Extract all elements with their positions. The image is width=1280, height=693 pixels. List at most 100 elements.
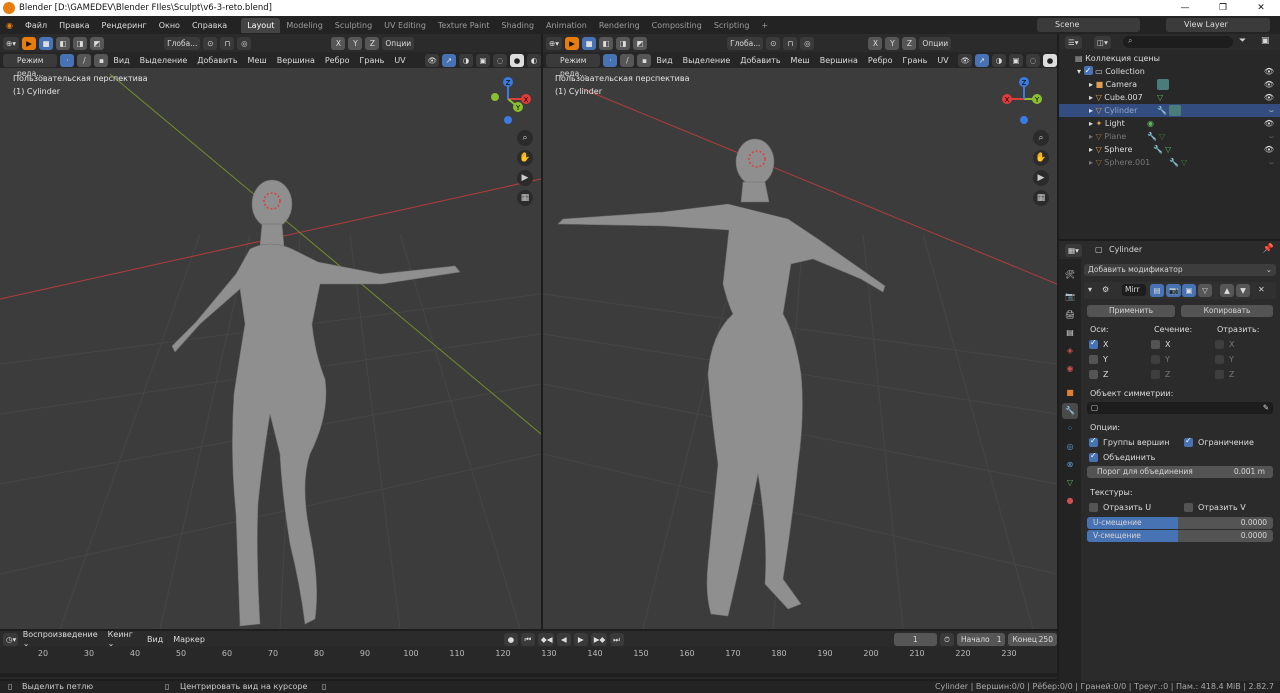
outliner-item-cylinder[interactable]: ▸ ▽ Cylinder 🔧 ⌣ <box>1059 104 1280 117</box>
menu-face-right[interactable]: Грань <box>898 56 933 65</box>
modifier-wrench-icon[interactable]: 🔧 <box>1147 130 1157 143</box>
record-icon[interactable]: ● <box>503 632 518 646</box>
merge-checkbox[interactable] <box>1089 451 1098 462</box>
modifier-wrench-icon[interactable]: 🔧 <box>1157 104 1167 117</box>
render-tab-icon[interactable]: 📷 <box>1062 289 1078 305</box>
viewport-left[interactable]: ⊕▾ ▶ ■ ◧ ◨ ◩ Глоба... ⊙ ⊓ ◎ X Y Z Опции … <box>0 34 541 629</box>
mesh-data-icon[interactable]: ▽ <box>1181 156 1187 169</box>
mode-dropdown[interactable]: Режим реда... <box>3 53 58 78</box>
next-keyframe-icon[interactable]: ▶◆ <box>590 632 607 646</box>
outliner-collection[interactable]: ▾ ▭ Collection 👁 <box>1059 64 1280 78</box>
select-mode-subtract-icon[interactable]: ◨ <box>73 36 88 50</box>
menu-file[interactable]: Файл <box>19 21 53 30</box>
shading-wireframe-icon[interactable]: ◌ <box>493 53 507 67</box>
pivot-icon[interactable]: ⊙ <box>203 36 218 50</box>
flip-y-checkbox[interactable] <box>1215 355 1224 364</box>
outliner-item-light[interactable]: ▸ ✦ Light ◉ 👁 <box>1059 117 1280 130</box>
editor-type-icon-right[interactable]: ⊕▾ <box>546 36 563 50</box>
tab-animation[interactable]: Animation <box>540 18 593 33</box>
menu-face[interactable]: Грань <box>355 56 390 65</box>
timeline-scrubber[interactable]: 20 30 40 50 60 70 80 90 100 110 120 130 140 150 160 170… <box>0 647 1057 679</box>
edge-select-icon[interactable]: / <box>77 53 92 67</box>
copy-button[interactable]: Копировать <box>1181 305 1273 317</box>
tab-rendering[interactable]: Rendering <box>593 18 646 33</box>
play-icon[interactable]: ▶ <box>573 632 588 646</box>
end-frame-field[interactable]: Конец 250 <box>1008 632 1057 646</box>
modifier-tab-icon[interactable]: 🔧 <box>1062 403 1078 419</box>
tab-layout[interactable]: Layout <box>241 17 281 33</box>
prev-keyframe-icon[interactable]: ◆◀ <box>537 632 554 646</box>
marker-menu[interactable]: Маркер <box>168 635 210 644</box>
select-mode-subtract-icon-right[interactable]: ◨ <box>616 36 631 50</box>
options-dropdown-right[interactable]: Опции <box>919 36 952 50</box>
keying-menu[interactable]: Кеинг ⌄ <box>103 630 142 648</box>
visibility-eye-icon[interactable]: 👁 <box>1264 143 1274 156</box>
timeline-scrollbar[interactable] <box>0 673 1057 677</box>
play-reverse-icon[interactable]: ◀ <box>556 632 571 646</box>
menu-vertex[interactable]: Вершина <box>272 56 320 65</box>
vertex-select-icon[interactable]: · <box>60 53 75 67</box>
shading-solid-icon[interactable]: ● <box>510 53 524 67</box>
maximize-icon[interactable]: ❐ <box>1204 0 1242 16</box>
tab-uv-editing[interactable]: UV Editing <box>378 18 432 33</box>
on-cage-toggle-icon[interactable]: ▽ <box>1198 284 1212 297</box>
perspective-toggle-icon[interactable]: ▦ <box>517 190 533 206</box>
face-select-icon[interactable]: ▪ <box>94 53 109 67</box>
modifier-wrench-icon[interactable]: 🔧 <box>1169 156 1179 169</box>
overlays-icon[interactable]: ◑ <box>459 53 473 67</box>
xray-icon[interactable]: ▣ <box>476 53 490 67</box>
tab-sculpting[interactable]: Sculpting <box>329 18 378 33</box>
shading-material-icon[interactable]: ◐ <box>527 53 541 67</box>
vertex-select-icon-right[interactable]: · <box>603 53 618 67</box>
edge-select-icon-right[interactable]: / <box>620 53 635 67</box>
view-object-types-icon[interactable]: 👁 <box>424 53 439 67</box>
constraints-tab-icon[interactable]: ⊗ <box>1062 457 1078 473</box>
mesh-figure-front[interactable] <box>171 179 461 627</box>
close-icon[interactable]: ✕ <box>1242 0 1280 16</box>
pin-icon[interactable]: 📌 <box>1263 244 1274 254</box>
display-mode-icon[interactable]: ◫▾ <box>1094 36 1111 49</box>
outliner-search-input[interactable] <box>1123 36 1233 48</box>
shading-wireframe-icon-right[interactable]: ◌ <box>1026 53 1040 67</box>
camera-view-icon-right[interactable]: ▶ <box>1033 170 1049 186</box>
edit-mode-toggle-icon[interactable]: ▤ <box>1150 284 1164 297</box>
select-mode-new-icon[interactable]: ■ <box>39 36 54 50</box>
camera-data-icon[interactable] <box>1157 79 1169 90</box>
move-up-icon[interactable]: ▲ <box>1220 284 1234 297</box>
menu-mesh-right[interactable]: Меш <box>786 56 815 65</box>
jump-end-icon[interactable]: ⏭ <box>609 632 624 646</box>
axis-y-checkbox[interactable] <box>1089 355 1098 364</box>
camera-render-toggle-icon[interactable]: 📷 <box>1166 284 1182 297</box>
axis-z-toggle[interactable]: Z <box>365 36 380 50</box>
menu-view[interactable]: Вид <box>108 56 134 65</box>
pivot-icon-right[interactable]: ⊙ <box>766 36 781 50</box>
bisect-x-checkbox[interactable] <box>1151 340 1160 349</box>
orientation-dropdown[interactable]: Глоба... <box>164 36 201 50</box>
tool-tab-icon[interactable]: 🛠 <box>1062 267 1078 283</box>
camera-view-icon[interactable]: ▶ <box>517 170 533 186</box>
visibility-hidden-icon[interactable]: ⌣ <box>1269 156 1274 169</box>
view-layer-tab-icon[interactable]: ▤ <box>1062 325 1078 341</box>
realtime-toggle-icon[interactable]: ▣ <box>1182 284 1196 297</box>
scene-selector[interactable]: Scene <box>1037 18 1140 32</box>
add-workspace-icon[interactable]: + <box>755 18 774 33</box>
bisect-y-checkbox[interactable] <box>1151 355 1160 364</box>
select-mode-new-icon-right[interactable]: ■ <box>582 36 597 50</box>
world-tab-icon[interactable]: ◉ <box>1062 361 1078 377</box>
collection-checkbox[interactable] <box>1083 64 1093 77</box>
playback-menu[interactable]: Воспроизведение ⌄ <box>18 630 103 648</box>
select-mode-invert-icon-right[interactable]: ◩ <box>633 36 648 50</box>
select-mode-extend-icon-right[interactable]: ◧ <box>599 36 614 50</box>
vertex-groups-checkbox[interactable] <box>1089 436 1098 447</box>
visibility-eye-icon[interactable]: 👁 <box>1264 65 1274 78</box>
outliner-scene-collection[interactable]: ▤ Коллекция сцены <box>1059 52 1280 65</box>
select-tool-icon-right[interactable]: ▶ <box>565 36 580 50</box>
menu-edge[interactable]: Ребро <box>320 56 355 65</box>
axis-y-toggle[interactable]: Y <box>348 36 363 50</box>
minimize-icon[interactable]: — <box>1166 0 1204 16</box>
flip-z-checkbox[interactable] <box>1215 370 1224 379</box>
timeline-editor-icon[interactable]: ◷▾ <box>3 632 18 646</box>
visibility-hidden-icon[interactable]: ⌣ <box>1269 130 1274 143</box>
jump-start-icon[interactable]: ⏮ <box>520 632 535 646</box>
remove-modifier-icon[interactable]: ✕ <box>1258 285 1265 294</box>
